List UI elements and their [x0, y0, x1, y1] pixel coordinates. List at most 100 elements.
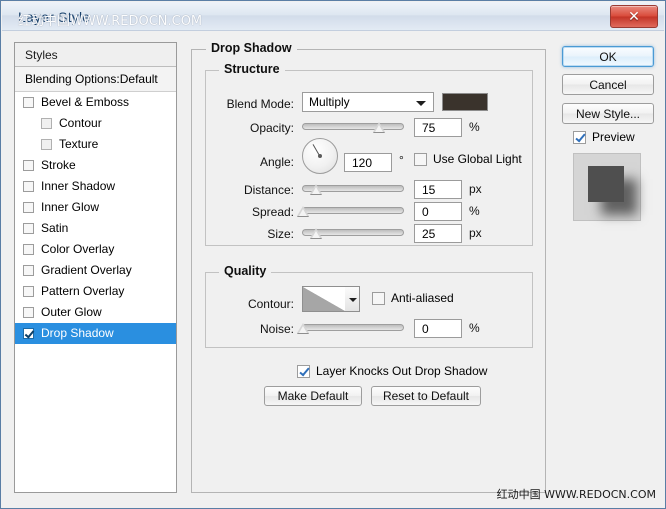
effect-checkbox[interactable] [23, 160, 34, 171]
preview-checkbox[interactable]: Preview [573, 130, 635, 144]
use-global-light-label: Use Global Light [433, 152, 522, 166]
sidebar-item-inner-shadow[interactable]: Inner Shadow [15, 176, 176, 197]
style-effects-list: Bevel & Emboss Contour Texture Stroke Inner … [15, 92, 176, 344]
angle-unit: ° [399, 153, 404, 167]
sidebar-item-stroke[interactable]: Stroke [15, 155, 176, 176]
spread-slider-thumb[interactable] [297, 206, 310, 216]
sidebar-item-blending-options[interactable]: Blending Options:Default [15, 67, 176, 92]
distance-slider[interactable] [302, 181, 404, 195]
cancel-button[interactable]: Cancel [562, 74, 654, 95]
angle-dial[interactable] [302, 138, 338, 174]
anti-aliased-checkbox[interactable]: Anti-aliased [372, 291, 454, 305]
spread-slider[interactable] [297, 203, 404, 217]
noise-slider-track [302, 324, 404, 331]
styles-header: Styles [15, 43, 176, 67]
preview-square [588, 166, 624, 202]
distance-label: Distance: [243, 183, 294, 197]
sidebar-item-pattern-overlay[interactable]: Pattern Overlay [15, 281, 176, 302]
distance-input[interactable]: 15 [414, 180, 462, 199]
spread-unit: % [469, 204, 480, 218]
layer-knocks-out-box [297, 364, 310, 378]
sidebar-item-drop-shadow[interactable]: Drop Shadow [15, 323, 176, 344]
distance-slider-thumb[interactable] [310, 184, 323, 194]
sidebar-item-label: Inner Shadow [41, 179, 116, 193]
opacity-slider-thumb[interactable] [372, 122, 385, 132]
sidebar-item-label: Pattern Overlay [41, 284, 125, 298]
sidebar-item-color-overlay[interactable]: Color Overlay [15, 239, 176, 260]
angle-input[interactable]: 120 [344, 153, 392, 172]
distance-unit: px [469, 182, 482, 196]
spread-value: 0 [422, 205, 429, 219]
angle-value: 120 [352, 156, 373, 170]
effect-checkbox[interactable] [23, 244, 34, 255]
effect-checkbox[interactable] [23, 307, 34, 318]
blend-mode-label: Blend Mode: [226, 97, 294, 111]
contour-dropdown-button[interactable] [345, 286, 360, 312]
sidebar-item-label: Gradient Overlay [41, 263, 132, 277]
effect-checkbox[interactable] [23, 202, 34, 213]
blend-mode-select[interactable]: Multiply [302, 92, 434, 112]
close-button[interactable]: ✕ [610, 5, 658, 28]
sidebar-item-texture[interactable]: Texture [15, 134, 176, 155]
spread-label: Spread: [251, 205, 294, 219]
sidebar-item-label: Outer Glow [41, 305, 102, 319]
sidebar-item-label: Drop Shadow [41, 326, 114, 340]
preview-box-icon [573, 130, 586, 144]
structure-group-title: Structure [219, 62, 285, 76]
title-bar: Layer Style 红动中国WWW.REDOCN.COM ✕ [2, 2, 664, 31]
size-slider-thumb[interactable] [310, 228, 323, 238]
style-preview-thumbnail [573, 153, 641, 221]
noise-input[interactable]: 0 [414, 319, 462, 338]
noise-value: 0 [422, 322, 429, 336]
quality-group-title: Quality [219, 264, 272, 278]
reset-to-default-button[interactable]: Reset to Default [371, 386, 481, 406]
sidebar-item-outer-glow[interactable]: Outer Glow [15, 302, 176, 323]
sidebar-item-gradient-overlay[interactable]: Gradient Overlay [15, 260, 176, 281]
effect-checkbox[interactable] [23, 223, 34, 234]
size-unit: px [469, 226, 482, 240]
effect-checkbox[interactable] [23, 328, 34, 339]
sidebar-item-label: Texture [59, 137, 99, 151]
use-global-light-box [414, 152, 427, 166]
anti-aliased-box [372, 291, 385, 305]
noise-slider[interactable] [297, 320, 404, 334]
effect-checkbox[interactable] [41, 139, 52, 150]
size-label: Size: [267, 227, 294, 241]
effect-checkbox[interactable] [23, 181, 34, 192]
bottom-watermark: 红动中国 WWW.REDOCN.COM [496, 488, 656, 501]
effect-checkbox[interactable] [41, 118, 52, 129]
effect-checkbox[interactable] [23, 265, 34, 276]
contour-preview[interactable] [302, 286, 346, 312]
sidebar-item-inner-glow[interactable]: Inner Glow [15, 197, 176, 218]
noise-unit: % [469, 321, 480, 335]
new-style-button[interactable]: New Style... [562, 103, 654, 124]
distance-value: 15 [422, 183, 436, 197]
make-default-button[interactable]: Make Default [264, 386, 362, 406]
effect-checkbox[interactable] [23, 286, 34, 297]
sidebar-item-contour[interactable]: Contour [15, 113, 176, 134]
opacity-label: Opacity: [249, 121, 294, 135]
effect-checkbox[interactable] [23, 97, 34, 108]
contour-curve-icon [303, 287, 345, 311]
opacity-input[interactable]: 75 [414, 118, 462, 137]
opacity-slider[interactable] [302, 119, 404, 133]
spread-slider-track [302, 207, 404, 214]
sidebar-item-label: Stroke [41, 158, 76, 172]
sidebar-item-label: Contour [59, 116, 102, 130]
layer-knocks-out-label: Layer Knocks Out Drop Shadow [316, 364, 488, 378]
use-global-light-checkbox[interactable]: Use Global Light [414, 152, 522, 166]
layer-knocks-out-checkbox[interactable]: Layer Knocks Out Drop Shadow [297, 364, 487, 378]
spread-input[interactable]: 0 [414, 202, 462, 221]
noise-slider-thumb[interactable] [297, 323, 310, 333]
sidebar-item-label: Color Overlay [41, 242, 115, 256]
sidebar-item-label: Inner Glow [41, 200, 100, 214]
size-input[interactable]: 25 [414, 224, 462, 243]
drop-shadow-panel: Drop Shadow Structure Blend Mode: Multip… [191, 41, 546, 493]
sidebar-item-bevel-emboss[interactable]: Bevel & Emboss [15, 92, 176, 113]
close-icon: ✕ [628, 8, 640, 24]
ok-button[interactable]: OK [562, 46, 654, 67]
shadow-color-swatch[interactable] [442, 93, 488, 111]
size-slider[interactable] [302, 225, 404, 239]
noise-label: Noise: [259, 322, 294, 336]
sidebar-item-satin[interactable]: Satin [15, 218, 176, 239]
